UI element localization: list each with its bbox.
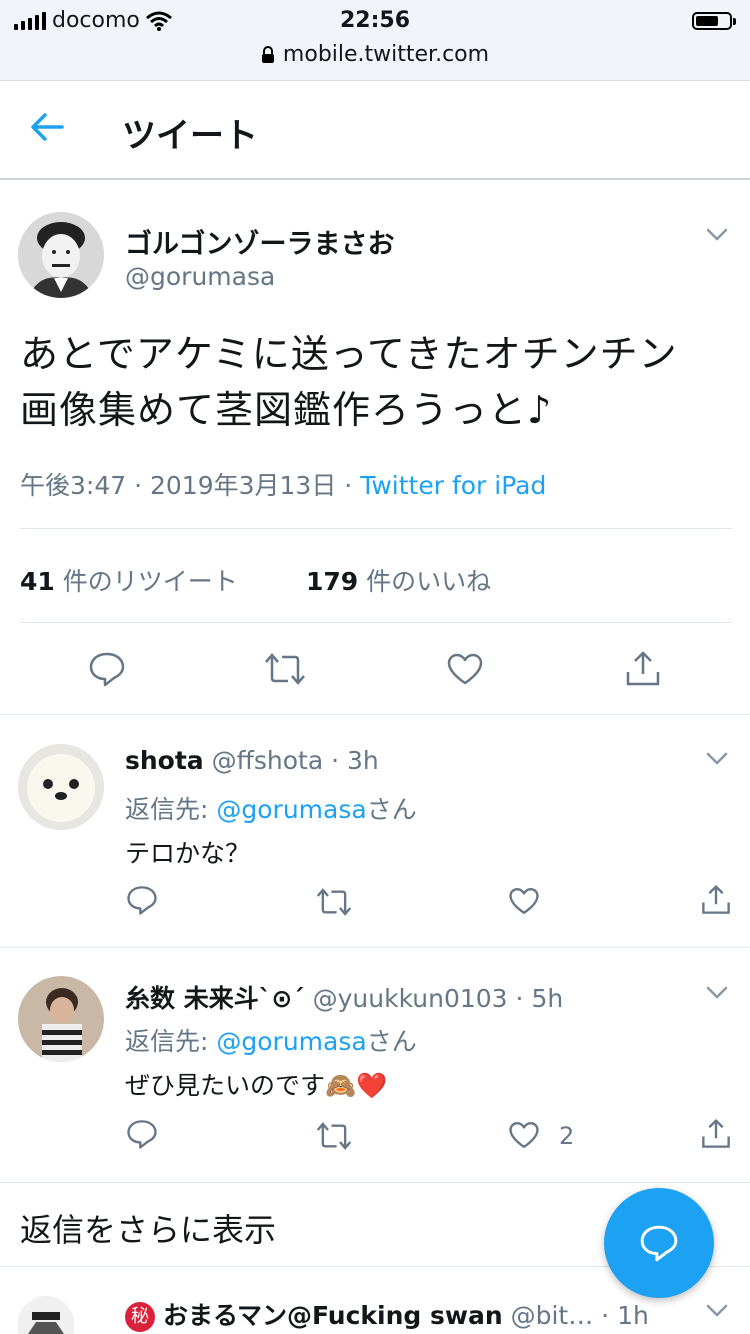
reply-header: 糸数 未来斗`⊙´ @yuukkun0103 · 5h	[125, 979, 563, 1015]
tweet-source-link[interactable]: Twitter for iPad	[360, 471, 546, 500]
reply-to-line: 返信先: @gorumasaさん	[125, 790, 417, 826]
chevron-down-icon[interactable]	[706, 1304, 728, 1318]
reply-mention-link[interactable]: @gorumasa	[216, 1027, 366, 1056]
divider	[0, 947, 750, 948]
reply-time[interactable]: 5h	[531, 984, 563, 1013]
tweet-meta: 午後3:47 · 2019年3月13日 · Twitter for iPad	[20, 466, 546, 502]
like-count: 2	[559, 1122, 575, 1150]
reply-icon[interactable]	[88, 650, 126, 688]
show-more-replies-link[interactable]: 返信をさらに表示	[20, 1205, 276, 1251]
back-arrow-icon[interactable]	[30, 112, 64, 142]
reply-header: shota @ffshota · 3h	[125, 746, 379, 775]
reply-author-name[interactable]: 糸数 未来斗`⊙´	[125, 984, 305, 1013]
retweet-stat[interactable]: 41 件のリツイート	[20, 562, 238, 598]
like-icon[interactable]	[508, 886, 540, 916]
reply-author-handle[interactable]: @yuukkun0103	[313, 984, 508, 1013]
retweet-count: 41	[20, 567, 55, 596]
avatar[interactable]	[18, 1296, 74, 1334]
reply-mention-link[interactable]: @gorumasa	[216, 795, 366, 824]
tweet-text-line: 画像集めて茎図鑑作ろうっと♪	[20, 388, 553, 432]
reply-icon	[640, 1225, 678, 1262]
secret-badge-icon: 秘	[125, 1302, 155, 1332]
url-text: mobile.twitter.com	[282, 42, 490, 67]
retweet-icon[interactable]	[264, 652, 306, 686]
divider	[20, 528, 732, 529]
battery-level	[696, 16, 719, 26]
like-count: 179	[306, 567, 359, 596]
reply-mention-suffix: さん	[366, 795, 417, 824]
url-bar[interactable]: mobile.twitter.com	[0, 42, 750, 67]
like-stat[interactable]: 179 件のいいね	[306, 562, 491, 598]
share-icon[interactable]	[700, 884, 732, 916]
chevron-down-icon[interactable]	[706, 228, 728, 242]
retweet-icon[interactable]	[316, 1121, 352, 1151]
compose-reply-button[interactable]	[604, 1188, 714, 1298]
share-icon[interactable]	[624, 650, 662, 688]
page-header: ツイート	[0, 80, 750, 180]
lock-icon	[261, 45, 274, 63]
reply-author-handle[interactable]: @ffshota	[212, 746, 324, 775]
divider	[0, 1182, 750, 1183]
reply-text: テロかな？	[125, 839, 251, 868]
separator: ·	[515, 984, 524, 1013]
like-icon[interactable]	[508, 1120, 540, 1150]
reply-time[interactable]: 3h	[347, 746, 379, 775]
reply-to-label: 返信先:	[125, 795, 209, 824]
reply-header: 秘 おまるマン@Fucking swan @bit… · 1h	[125, 1296, 649, 1332]
like-icon[interactable]	[446, 652, 484, 686]
reply-to-line: 返信先: @gorumasaさん	[125, 1022, 417, 1058]
tweet-date: 2019年3月13日	[150, 471, 337, 500]
reply-author-handle[interactable]: @bit…	[511, 1301, 594, 1330]
avatar[interactable]	[18, 212, 104, 298]
chevron-down-icon[interactable]	[706, 986, 728, 1000]
separator: ·	[601, 1301, 610, 1330]
separator: ·	[331, 746, 340, 775]
separator: ·	[344, 471, 353, 500]
like-label: 件のいいね	[366, 567, 492, 596]
reply-mention-suffix: さん	[366, 1027, 417, 1056]
tweet-text-line: あとでアケミに送ってきたオチンチン	[20, 332, 678, 376]
separator: ·	[134, 471, 143, 500]
reply-text: ぜひ見たいのです🙈❤️	[125, 1071, 388, 1100]
reply-author-name[interactable]: shota	[125, 746, 204, 775]
status-bar: docomo 22:56 mobile.twitter.com	[0, 0, 750, 81]
reply-time[interactable]: 1h	[617, 1301, 649, 1330]
page-title: ツイート	[122, 116, 258, 156]
divider	[20, 622, 732, 623]
author-name[interactable]: ゴルゴンゾーラまさお	[125, 222, 394, 261]
battery-icon	[692, 12, 736, 30]
avatar[interactable]	[18, 976, 104, 1062]
share-icon[interactable]	[700, 1118, 732, 1150]
reply-icon[interactable]	[126, 1118, 158, 1150]
retweet-label: 件のリツイート	[62, 567, 238, 596]
chevron-down-icon[interactable]	[706, 752, 728, 766]
reply-to-label: 返信先:	[125, 1027, 209, 1056]
reply-icon[interactable]	[126, 884, 158, 916]
retweet-icon[interactable]	[316, 887, 352, 917]
reply-author-name[interactable]: おまるマン@Fucking swan	[163, 1301, 503, 1330]
clock: 22:56	[339, 8, 411, 33]
tweet-text: あとでアケミに送ってきたオチンチン 画像集めて茎図鑑作ろうっと♪	[20, 326, 740, 438]
avatar[interactable]	[18, 744, 104, 830]
tweet-time: 午後3:47	[20, 471, 127, 500]
author-handle[interactable]: @gorumasa	[125, 262, 275, 291]
divider	[0, 714, 750, 715]
